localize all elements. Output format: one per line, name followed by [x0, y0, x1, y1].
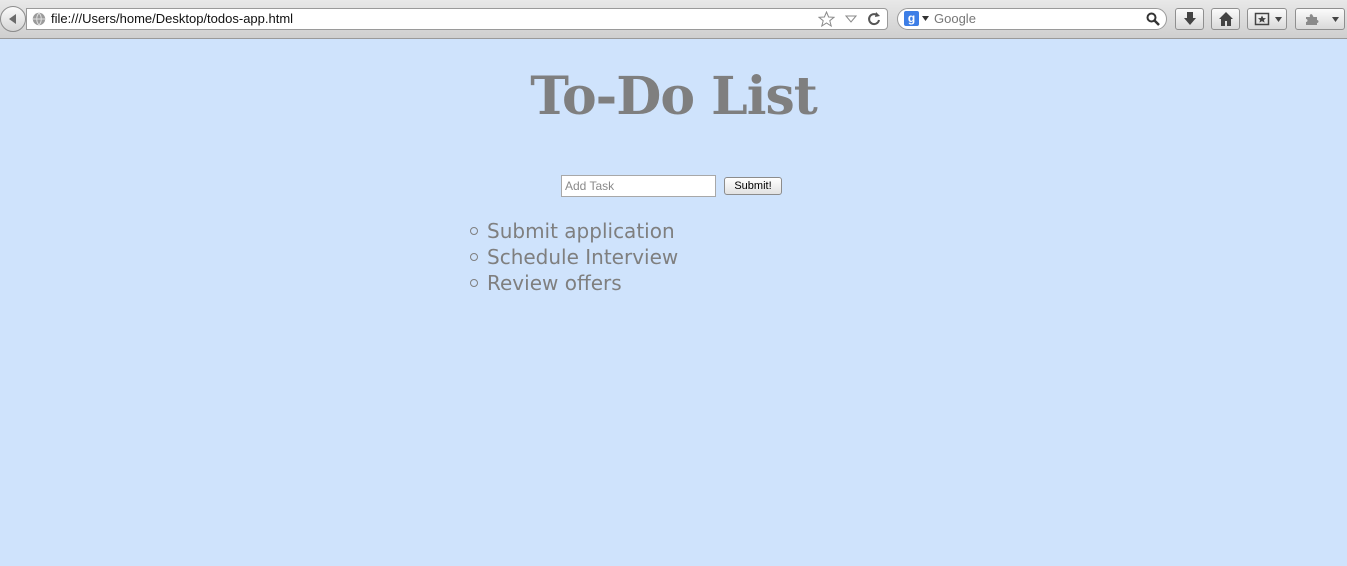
- star-icon[interactable]: [817, 10, 836, 31]
- task-item: Schedule Interview: [470, 244, 678, 270]
- bookmarks-icon: [1254, 12, 1270, 26]
- address-text[interactable]: file:///Users/home/Desktop/todos-app.htm…: [51, 11, 293, 26]
- magnifier-icon[interactable]: [1146, 12, 1160, 26]
- home-button[interactable]: [1211, 8, 1240, 30]
- submit-button[interactable]: Submit!: [724, 177, 782, 195]
- home-icon: [1219, 12, 1233, 26]
- task-label: Schedule Interview: [487, 245, 679, 269]
- search-bar[interactable]: g Google: [897, 8, 1167, 30]
- google-engine-icon[interactable]: g: [904, 11, 919, 26]
- task-list: Submit application Schedule Interview Re…: [470, 218, 678, 296]
- address-bar-icons: [813, 10, 881, 28]
- reload-icon[interactable]: [867, 11, 881, 31]
- task-item: Submit application: [470, 218, 678, 244]
- add-task-input[interactable]: [561, 175, 716, 197]
- addons-button[interactable]: [1295, 8, 1345, 30]
- task-label: Submit application: [487, 219, 675, 243]
- addons-dropdown-icon: [1332, 17, 1339, 22]
- engine-dropdown-icon[interactable]: [922, 16, 929, 21]
- dropdown-arrow-icon[interactable]: [844, 11, 857, 31]
- bullet-icon: [470, 253, 478, 261]
- download-arrow-icon: [1184, 12, 1196, 25]
- globe-icon: [32, 12, 46, 26]
- downloads-button[interactable]: [1175, 8, 1204, 30]
- address-bar[interactable]: file:///Users/home/Desktop/todos-app.htm…: [26, 8, 888, 30]
- bookmarks-dropdown-icon: [1275, 17, 1282, 22]
- back-arrow-icon: [9, 14, 16, 24]
- bullet-icon: [470, 227, 478, 235]
- puzzle-icon: [1306, 14, 1319, 25]
- bookmarks-button[interactable]: [1247, 8, 1287, 30]
- bullet-icon: [470, 279, 478, 287]
- task-label: Review offers: [487, 271, 622, 295]
- search-placeholder[interactable]: Google: [934, 11, 976, 26]
- page-title: To-Do List: [530, 66, 818, 127]
- task-item: Review offers: [470, 270, 678, 296]
- browser-toolbar: file:///Users/home/Desktop/todos-app.htm…: [0, 0, 1347, 39]
- back-button[interactable]: [0, 6, 26, 32]
